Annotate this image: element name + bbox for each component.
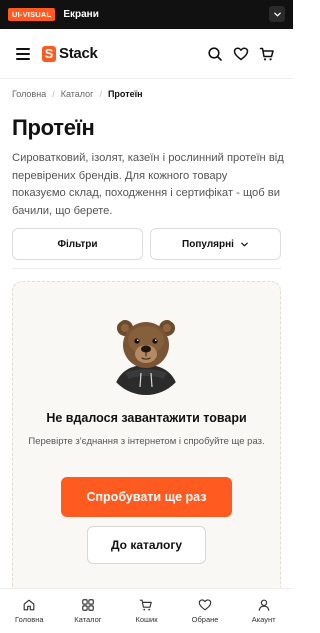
- page-title: Протеїн: [12, 115, 95, 140]
- nav-item-label: Каталог: [74, 615, 102, 624]
- logo-text: Stack: [59, 45, 98, 62]
- filters-button[interactable]: Фільтри: [12, 228, 143, 260]
- search-icon[interactable]: [207, 46, 223, 62]
- breadcrumb-catalog[interactable]: Каталог: [61, 89, 94, 99]
- menu-icon[interactable]: [16, 48, 30, 60]
- screens-title: Екрани: [63, 9, 99, 20]
- heart-icon: [198, 599, 212, 611]
- divider: [12, 268, 281, 269]
- heart-icon[interactable]: [233, 46, 249, 62]
- chevron-down-icon: [273, 12, 281, 16]
- nav-item-cart[interactable]: Кошик: [117, 589, 176, 633]
- nav-item-label: Обране: [191, 615, 219, 624]
- breadcrumb-separator: /: [99, 89, 102, 99]
- nav-item-label: Акаунт: [251, 615, 276, 624]
- cart-icon: [140, 599, 153, 611]
- top-strip: UI-VISUAL Екрани: [0, 0, 293, 29]
- page-description: Сироватковий, ізолят, казеїн і рослинний…: [12, 152, 284, 217]
- breadcrumb: Головна / Каталог / Протеїн: [12, 89, 143, 99]
- bottom-navigation: Головна Каталог Кошик Обране Акаунт: [0, 588, 293, 633]
- screens-dropdown-button[interactable]: [269, 6, 285, 22]
- breadcrumb-current: Протеїн: [107, 89, 143, 99]
- nav-item-account[interactable]: Акаунт: [234, 589, 293, 633]
- nav-item-home[interactable]: Головна: [0, 589, 59, 633]
- nav-item-label: Кошик: [135, 615, 158, 624]
- go-to-catalog-button[interactable]: До каталогу: [87, 526, 206, 564]
- logo-mark: S: [42, 45, 56, 62]
- chevron-down-icon: [241, 242, 248, 246]
- breadcrumb-home[interactable]: Головна: [12, 89, 46, 99]
- ui-visual-tag: UI-VISUAL: [8, 8, 56, 21]
- sort-label: Популярні: [182, 238, 234, 250]
- sort-select[interactable]: Популярні: [150, 228, 281, 260]
- nav-item-label: Головна: [15, 615, 44, 624]
- retry-button[interactable]: Спробувати ще раз: [61, 477, 232, 517]
- filters-label: Фільтри: [57, 238, 98, 250]
- nav-item-catalog[interactable]: Каталог: [59, 589, 118, 633]
- logo[interactable]: S Stack: [42, 45, 98, 62]
- nav-item-favorites[interactable]: Обране: [176, 589, 235, 633]
- error-title: Не вдалося завантажити товари: [46, 411, 247, 425]
- user-icon: [258, 599, 270, 611]
- breadcrumb-separator: /: [52, 89, 55, 99]
- site-header: S Stack: [0, 29, 293, 79]
- grid-icon: [82, 599, 94, 611]
- bear-mascot-image: [105, 313, 187, 395]
- error-message: Перевірте з'єднання з інтернетом і спроб…: [28, 436, 265, 447]
- home-icon: [23, 599, 35, 611]
- cart-icon[interactable]: [259, 46, 275, 62]
